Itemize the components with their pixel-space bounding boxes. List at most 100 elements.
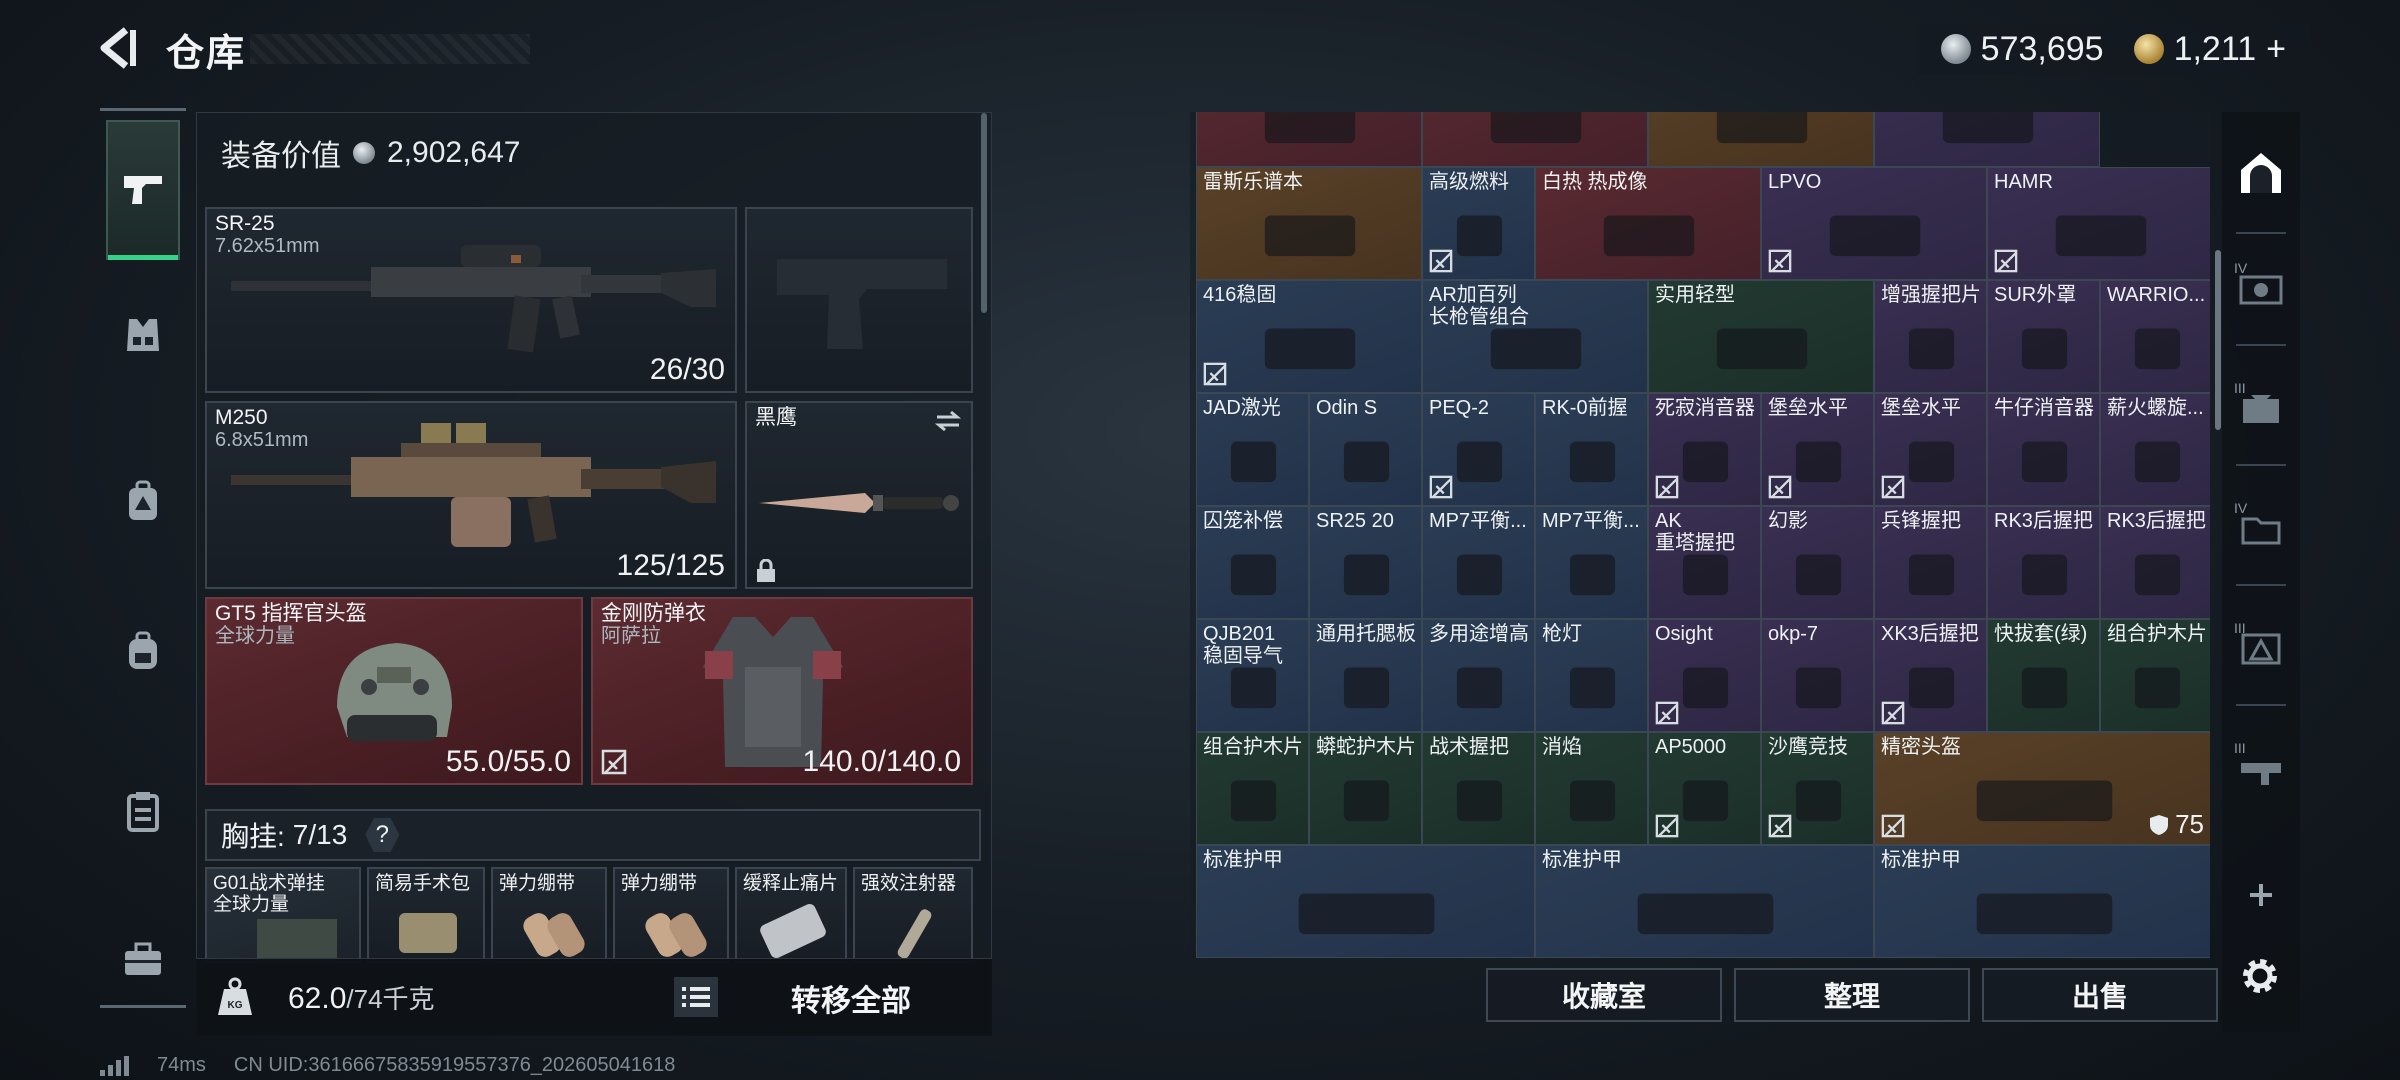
storage-item[interactable]: WARRIO... xyxy=(2100,280,2210,393)
melee-slot[interactable]: 黑鹰 xyxy=(745,401,973,589)
equipment-value-amount: 2,902,647 xyxy=(387,136,521,169)
storage-item[interactable]: AK 重塔握把 xyxy=(1648,506,1761,619)
facility-armory[interactable]: III xyxy=(2232,740,2290,798)
silver-amount: 573,695 xyxy=(1980,29,2104,68)
helmet-slot[interactable]: GT5 指挥官头盔 全球力量 55.0/55.0 xyxy=(205,597,583,785)
facility-medical[interactable]: III xyxy=(2232,620,2290,678)
storage-item[interactable]: XK3后握把 xyxy=(1874,619,1987,732)
item-name: AR加百列 长枪管组合 xyxy=(1429,284,1529,328)
rig-item-slot[interactable]: 简易手术包 xyxy=(367,867,485,963)
storage-item[interactable]: 堡垒水平 xyxy=(1761,393,1874,506)
rig-item-name: 缓释止痛片 xyxy=(743,873,839,894)
category-armor-bag[interactable] xyxy=(106,464,180,538)
storage-item[interactable]: PEQ-2 xyxy=(1422,393,1535,506)
sort-button[interactable]: 整理 xyxy=(1734,968,1970,1022)
storage-item[interactable]: Osight xyxy=(1648,619,1761,732)
storage-item[interactable]: 消焰 xyxy=(1535,732,1648,845)
collection-room-button[interactable]: 收藏室 xyxy=(1486,968,1722,1022)
storage-item[interactable]: 白热 热成像 xyxy=(1535,167,1761,280)
storage-item[interactable]: RK-0前握 xyxy=(1535,393,1648,506)
storage-item[interactable] xyxy=(1422,112,1648,167)
backpack-icon xyxy=(129,631,157,669)
storage-item[interactable]: MP7平衡... xyxy=(1535,506,1648,619)
storage-item[interactable]: 兵锋握把 xyxy=(1874,506,1987,619)
storage-item[interactable] xyxy=(1196,112,1422,167)
rig-item-slot[interactable]: 弹力绷带 xyxy=(491,867,607,963)
storage-item[interactable]: 组合护木片 xyxy=(1196,732,1309,845)
storage-item[interactable]: okp-7 xyxy=(1761,619,1874,732)
storage-item[interactable]: 通用托腮板 xyxy=(1309,619,1422,732)
storage-item[interactable]: MP7平衡... xyxy=(1422,506,1535,619)
storage-item[interactable]: 增强握把片 xyxy=(1874,280,1987,393)
storage-item[interactable]: 实用轻型 xyxy=(1648,280,1874,393)
storage-item[interactable]: 蟒蛇护木片 xyxy=(1309,732,1422,845)
scrollbar[interactable] xyxy=(981,113,987,313)
add-facility-button[interactable] xyxy=(2232,866,2290,924)
category-case[interactable] xyxy=(106,922,180,996)
storage-item[interactable]: QJB201 稳固导气 xyxy=(1196,619,1309,732)
storage-item[interactable]: LPVO xyxy=(1761,167,1987,280)
chest-rig-slot[interactable]: G01战术弹挂 全球力量 xyxy=(205,867,361,963)
storage-item[interactable]: 堡垒水平 xyxy=(1874,393,1987,506)
storage-item[interactable]: 组合护木片 xyxy=(2100,619,2210,732)
storage-item[interactable]: AR加百列 长枪管组合 xyxy=(1422,280,1648,393)
storage-item[interactable]: 幻影 xyxy=(1761,506,1874,619)
storage-item[interactable]: RK3后握把 xyxy=(2100,506,2210,619)
no-insurance-icon xyxy=(1655,701,1679,725)
rig-item-slot[interactable]: 缓释止痛片 xyxy=(735,867,847,963)
storage-item[interactable]: SUR外罩 xyxy=(1987,280,2100,393)
currency-display[interactable]: 573,695 1,211 + xyxy=(1916,24,2310,74)
storage-item[interactable]: HAMR xyxy=(1987,167,2210,280)
storage-item[interactable]: Odin S xyxy=(1309,393,1422,506)
list-view-button[interactable] xyxy=(674,977,718,1017)
add-currency-button[interactable]: + xyxy=(2266,30,2286,69)
category-clipboard[interactable] xyxy=(106,774,180,848)
storage-item[interactable]: SR25 20 xyxy=(1309,506,1422,619)
facility-workbench[interactable]: IV xyxy=(2232,260,2290,318)
storage-item[interactable]: JAD激光 xyxy=(1196,393,1309,506)
sell-button[interactable]: 出售 xyxy=(1982,968,2218,1022)
item-image xyxy=(1942,112,2034,144)
storage-item[interactable]: 死寂消音器 xyxy=(1648,393,1761,506)
storage-item[interactable] xyxy=(1874,112,2100,167)
storage-item[interactable]: 战术握把 xyxy=(1422,732,1535,845)
storage-item[interactable]: 牛仔消音器 xyxy=(1987,393,2100,506)
help-button[interactable]: ? xyxy=(365,818,400,852)
safe-house-button[interactable] xyxy=(2232,144,2290,202)
storage-item[interactable]: 标准护甲 xyxy=(1535,845,1874,958)
category-weapons[interactable] xyxy=(106,120,180,260)
rig-item-slot[interactable]: 弹力绷带 xyxy=(613,867,729,963)
storage-item[interactable]: 沙鹰竞技 xyxy=(1761,732,1874,845)
swap-icon[interactable] xyxy=(933,409,963,433)
primary-weapon-slot[interactable]: SR-25 7.62x51mm 26/30 xyxy=(205,207,737,393)
storage-item[interactable]: AP5000 xyxy=(1648,732,1761,845)
rig-item-name: 简易手术包 xyxy=(375,873,471,894)
storage-item[interactable]: 标准护甲 xyxy=(1874,845,2210,958)
pistol-slot-empty[interactable] xyxy=(745,207,973,393)
item-name: 通用托腮板 xyxy=(1316,623,1416,645)
facility-tech-center[interactable]: III xyxy=(2232,380,2290,438)
storage-item[interactable]: 标准护甲 xyxy=(1196,845,1535,958)
armor-slot[interactable]: 金刚防弹衣 阿萨拉 140.0/140.0 xyxy=(591,597,973,785)
storage-item[interactable]: 囚笼补偿 xyxy=(1196,506,1309,619)
back-button[interactable] xyxy=(92,22,144,74)
storage-item[interactable]: 快拔套(绿) xyxy=(1987,619,2100,732)
storage-item[interactable]: RK3后握把 xyxy=(1987,506,2100,619)
storage-item[interactable]: 416稳固 xyxy=(1196,280,1422,393)
rig-item-slot[interactable]: 强效注射器 xyxy=(853,867,973,963)
storage-item[interactable]: 枪灯 xyxy=(1535,619,1648,732)
storage-item[interactable]: 薪火螺旋... xyxy=(2100,393,2210,506)
item-name: 战术握把 xyxy=(1429,736,1509,758)
storage-item[interactable]: 高级燃料 xyxy=(1422,167,1535,280)
settings-button[interactable] xyxy=(2236,952,2284,1000)
storage-scrollbar[interactable] xyxy=(2215,250,2221,430)
category-backpack[interactable] xyxy=(106,614,180,688)
storage-item[interactable]: 雷斯乐谱本 xyxy=(1196,167,1422,280)
storage-item[interactable] xyxy=(1648,112,1874,167)
facility-storage[interactable]: IV xyxy=(2232,500,2290,558)
category-vest[interactable] xyxy=(106,298,180,372)
transfer-all-button[interactable]: 转移全部 xyxy=(736,973,966,1023)
storage-item[interactable]: 多用途增高 xyxy=(1422,619,1535,732)
secondary-weapon-slot[interactable]: M250 6.8x51mm 125/125 xyxy=(205,401,737,589)
storage-item[interactable]: 精密头盔 75 xyxy=(1874,732,2210,845)
